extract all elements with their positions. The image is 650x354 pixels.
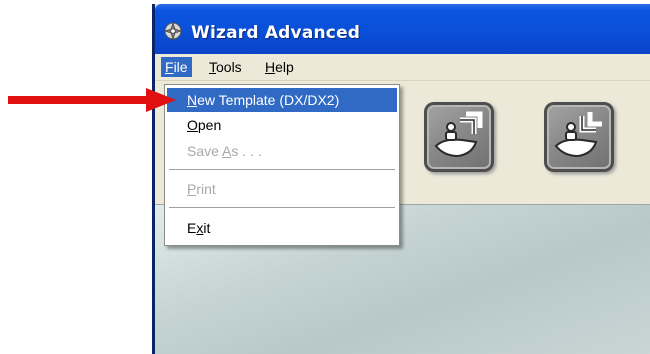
menu-separator bbox=[169, 169, 395, 170]
export-boat-icon bbox=[434, 111, 483, 158]
export-boat-button[interactable] bbox=[424, 102, 494, 172]
window-title: Wizard Advanced bbox=[191, 23, 361, 43]
menu-help[interactable]: Help bbox=[261, 57, 298, 77]
wizard-app-icon bbox=[163, 21, 183, 41]
menu-item-new-template[interactable]: New Template (DX/DX2) bbox=[167, 88, 397, 112]
menu-item-exit[interactable]: Exit bbox=[167, 216, 397, 240]
import-boat-icon bbox=[554, 112, 602, 158]
menu-separator bbox=[169, 207, 395, 208]
import-boat-button[interactable] bbox=[544, 102, 614, 172]
menu-item-print: Print bbox=[187, 181, 216, 197]
title-bar[interactable]: Wizard Advanced bbox=[155, 4, 650, 54]
menu-item-save-as: Save As . . . bbox=[187, 143, 262, 159]
menu-item-open[interactable]: Open bbox=[167, 113, 397, 137]
menu-tools[interactable]: Tools bbox=[205, 57, 246, 77]
menu-file[interactable]: File bbox=[161, 57, 192, 77]
file-menu-dropdown: New Template (DX/DX2) Open Save As . . .… bbox=[164, 84, 400, 246]
menu-bar: File Tools Help bbox=[155, 54, 650, 81]
